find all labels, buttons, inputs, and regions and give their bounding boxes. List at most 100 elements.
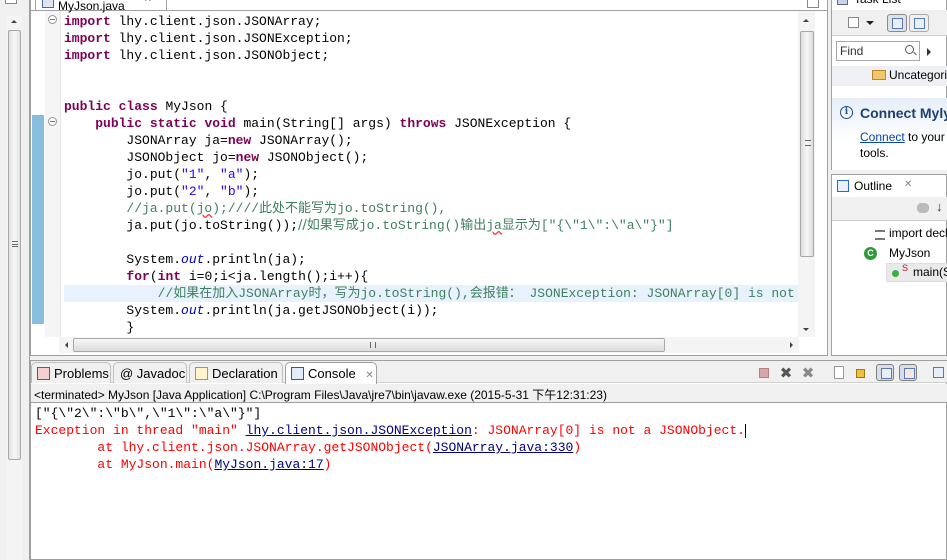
stacktrace-link[interactable]: JSONArray.java:330 (433, 440, 573, 455)
code-line-comment: //ja.put(jo);////此处不能写为jo.toString(), (64, 201, 447, 216)
remove-launch-button[interactable]: ✖ (777, 364, 795, 382)
task-find-input[interactable]: Find (836, 41, 920, 61)
task-list-tab[interactable]: Task List ✕ (832, 0, 947, 8)
outline-view: Outline ✕ ↓ import declarations C MyJson… (831, 174, 947, 356)
editor-horizontal-scrollbar[interactable] (59, 337, 799, 353)
categorized-view-button[interactable] (887, 14, 907, 32)
categorized-icon (892, 18, 903, 29)
class-icon: C (864, 247, 877, 260)
category-label: Uncategorized (889, 68, 947, 82)
code-line: jo.put("1", "a"); (64, 167, 260, 182)
close-tab-icon[interactable]: ✕ (912, 0, 920, 3)
folder-icon (872, 70, 886, 80)
scheduled-icon (914, 18, 925, 29)
tab-console[interactable]: Console ✕ (285, 362, 377, 384)
editor-vertical-scrollbar[interactable] (798, 11, 815, 337)
clear-console-button[interactable] (831, 364, 849, 381)
scroll-lock-button[interactable] (853, 364, 871, 381)
outline-item-imports[interactable]: import declarations (889, 226, 947, 240)
stdout-icon (881, 368, 892, 379)
scroll-left-arrow-icon[interactable] (65, 342, 68, 348)
remove-all-terminated-button[interactable]: ✖ (799, 364, 817, 382)
scroll-up-arrow-icon[interactable] (803, 19, 809, 22)
hide-fields-icon[interactable] (917, 203, 929, 213)
search-icon[interactable] (905, 45, 914, 54)
clear-console-icon (834, 366, 844, 379)
tab-label: Declaration (212, 366, 278, 381)
connect-link[interactable]: Connect (860, 130, 905, 144)
fold-collapse-icon[interactable] (48, 117, 57, 126)
info-icon: i (840, 106, 853, 119)
stacktrace-link[interactable]: MyJson.java:17 (214, 457, 323, 472)
outline-item-class[interactable]: MyJson (889, 246, 930, 260)
declaration-icon (195, 367, 208, 380)
new-task-button[interactable] (844, 14, 864, 32)
dropdown-arrow-icon[interactable] (866, 21, 874, 25)
find-expand-arrow-icon[interactable] (927, 48, 931, 56)
tab-label: Problems (54, 366, 109, 381)
tab-problems[interactable]: Problems (31, 362, 111, 383)
close-tab-icon[interactable]: ✕ (904, 179, 912, 190)
console-output[interactable]: ["{\"2\":\"b\",\"1\":\"a\"}"] Exception … (35, 405, 940, 473)
pin-console-icon (933, 367, 944, 378)
task-list-icon (837, 0, 848, 5)
grip-icon (12, 241, 18, 247)
exception-link[interactable]: lhy.client.json.JSONException (246, 423, 472, 438)
scheduled-view-button[interactable] (909, 14, 929, 32)
show-on-stdout-button[interactable] (876, 364, 894, 381)
code-text-area[interactable]: import lhy.client.json.JSONArray; import… (64, 13, 799, 337)
tab-declaration[interactable]: Declaration (189, 362, 283, 383)
scrollbar-thumb[interactable] (8, 30, 21, 460)
task-list-title: Task List (854, 0, 901, 6)
console-icon (291, 367, 304, 380)
connect-text: to your task and ALM (908, 130, 947, 144)
tab-label: @ Javadoc (120, 366, 186, 381)
scroll-down-arrow-icon[interactable] (803, 328, 809, 331)
scroll-up-arrow-icon[interactable] (11, 20, 17, 23)
close-tab-icon[interactable]: ✕ (365, 370, 373, 381)
lock-icon (856, 369, 865, 378)
terminate-button[interactable] (755, 364, 773, 381)
console-line-error: Exception in thread "main" lhy.client.js… (35, 423, 746, 438)
grip-icon (370, 342, 376, 348)
connect-mylyn-panel: i Connect Mylyn Connect to your task and… (832, 98, 947, 170)
connect-mylyn-title: Connect Mylyn (860, 105, 947, 121)
scroll-right-arrow-icon[interactable] (790, 342, 793, 348)
task-category-uncategorized[interactable]: Uncategorized (832, 66, 947, 86)
editor-tab-label: MyJson.java (58, 0, 125, 13)
problems-icon (37, 367, 50, 380)
tab-label: Console (308, 366, 356, 381)
console-line-error: at lhy.client.json.JSONArray.getJSONObje… (35, 440, 582, 455)
find-placeholder: Find (840, 44, 864, 58)
outline-title: Outline (854, 179, 893, 193)
scrollbar-thumb[interactable] (800, 31, 814, 257)
scrollbar-thumb[interactable] (73, 338, 665, 352)
terminate-icon (759, 368, 769, 378)
left-panel-scrollbar[interactable] (7, 16, 22, 560)
console-line: ["{\"2\":\"b\",\"1\":\"a\"}"] (35, 406, 262, 421)
outline-toolbar: ↓ (832, 197, 947, 221)
grip-icon (805, 140, 811, 146)
left-minimized-panel (0, 0, 30, 560)
outline-tab[interactable]: Outline ✕ (832, 175, 947, 197)
code-line: import lhy.client.json.JSONObject; (64, 48, 330, 63)
outline-icon (837, 180, 849, 192)
code-line: jo.put("2", "b"); (64, 184, 260, 199)
editor-tab-myjson[interactable]: MyJson.java ✕ (35, 0, 167, 13)
code-editor[interactable]: MyJson.java ✕ import lhy.client.json.JSO… (30, 0, 828, 356)
code-line: ja.put(jo.toString());//如果写成jo.toString(… (64, 218, 674, 233)
tab-javadoc[interactable]: @ Javadoc (113, 362, 187, 383)
bottom-tabbar: Problems @ Javadoc Declaration Console ✕… (31, 361, 947, 384)
sort-icon[interactable]: ↓ (936, 199, 943, 214)
fold-collapse-icon[interactable] (48, 15, 57, 24)
code-line: import lhy.client.json.JSONArray; (64, 14, 322, 29)
close-tab-icon[interactable]: ✕ (144, 0, 152, 5)
restore-button[interactable] (5, 0, 17, 4)
pin-console-button[interactable] (929, 364, 947, 381)
maximize-button[interactable] (807, 0, 819, 8)
code-line: JSONArray ja=new JSONArray(); (64, 133, 353, 148)
outline-item-method[interactable]: main(String[]) : void (913, 265, 947, 279)
show-on-stderr-button[interactable] (899, 364, 917, 381)
